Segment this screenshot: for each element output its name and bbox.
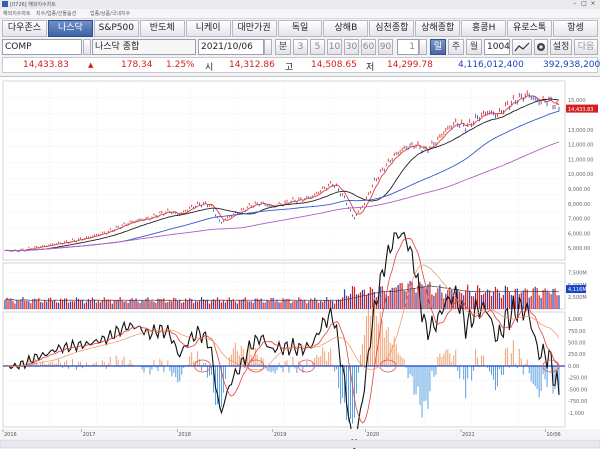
- app-window: [0726] 해외지수차트 – □ × 해외지수차트 지수/업종/선물옵션 업종…: [0, 0, 600, 451]
- price-chart[interactable]: 15,000 14,433.83 13,000.00 12,000.00 11,000.…: [0, 77, 600, 451]
- trend-line-icon[interactable]: [512, 39, 532, 55]
- oscillator-axis-label: 0.00: [568, 364, 579, 370]
- tab-6[interactable]: 독일: [277, 20, 323, 37]
- gear-icon[interactable]: [534, 39, 548, 55]
- symbol-search-icon[interactable]: [83, 39, 91, 55]
- oscillator-axis-label: 750.00: [568, 329, 586, 335]
- tab-10[interactable]: 홍콩H: [461, 20, 507, 37]
- oscillator-axis-label: -1,000: [568, 411, 584, 417]
- price-axis-label: 8,000.00: [568, 202, 590, 208]
- quote-bar: 14,433.83 ▲ 178.34 1.25% 시 14,312.86 고 1…: [2, 57, 600, 73]
- horizontal-scrollbar: [0, 439, 600, 449]
- tab-3[interactable]: 반도체: [139, 20, 185, 37]
- close-icon[interactable]: ×: [590, 1, 596, 7]
- x-axis-label: 2018: [178, 432, 191, 438]
- low-price: 14,299.78: [387, 60, 433, 70]
- price-axis-label: 9,000.00: [568, 187, 590, 193]
- period-90-button[interactable]: 90: [378, 39, 393, 55]
- period-30-button[interactable]: 30: [344, 39, 359, 55]
- week-button[interactable]: 주: [448, 39, 464, 55]
- menu-bar: 해외지수차트 지수/업종/선물옵션 업종/상품/국내지수: [0, 9, 600, 19]
- price-axis-label: 6,000.00: [568, 231, 590, 237]
- price-axis-label: 14,433.83: [568, 107, 593, 113]
- minimize-icon[interactable]: –: [572, 1, 578, 7]
- tab-11[interactable]: 유로스톡: [507, 20, 553, 37]
- period-60-button[interactable]: 60: [361, 39, 376, 55]
- price-axis-label: 15,000: [568, 98, 586, 104]
- x-axis-label: 2017: [83, 432, 96, 438]
- open-price: 14,312.86: [229, 60, 275, 70]
- tab-7[interactable]: 상해B: [323, 20, 369, 37]
- tab-5[interactable]: 대만가권: [231, 20, 277, 37]
- bars-input[interactable]: 1004: [484, 39, 510, 55]
- period-5-button[interactable]: 5: [310, 39, 325, 55]
- oscillator-axis-label: -750.00: [568, 399, 587, 405]
- menu-item[interactable]: 업종/상품/국내지수: [90, 10, 130, 17]
- minute-button[interactable]: 분: [275, 39, 291, 55]
- amount-value: 392,938,200: [543, 60, 600, 70]
- x-axis-label: 2016: [4, 432, 17, 438]
- oscillator-axis-label: 1,000: [568, 317, 582, 323]
- tab-12[interactable]: 항셍: [553, 20, 598, 37]
- count-input[interactable]: 1: [397, 39, 419, 55]
- x-axis-label: 2019: [274, 432, 287, 438]
- calendar-spin-icon[interactable]: [264, 39, 272, 55]
- volume-axis-label: 4,116M: [568, 287, 587, 293]
- day-button[interactable]: 일: [430, 39, 446, 55]
- period-3-button[interactable]: 3: [293, 39, 308, 55]
- window-title: [0726] 해외지수차트: [10, 2, 56, 8]
- tab-0[interactable]: 다우존스: [2, 20, 47, 37]
- price-axis-label: 7,000.00: [568, 217, 590, 223]
- price-axis-label: 10,000.00: [568, 172, 593, 178]
- price-axis-label: 12,000.00: [568, 143, 593, 149]
- chart-area[interactable]: 15,000 14,433.83 13,000.00 12,000.00 11,000.…: [0, 76, 600, 451]
- x-axis-label: 2021: [462, 432, 475, 438]
- low-label: 저: [366, 63, 375, 73]
- high-price: 14,508.65: [311, 60, 357, 70]
- app-icon: [2, 1, 8, 7]
- month-button[interactable]: 월: [466, 39, 482, 55]
- maximize-icon[interactable]: □: [581, 1, 587, 7]
- symbol-input[interactable]: COMP: [2, 39, 82, 55]
- oscillator-axis-label: 500.00: [568, 341, 586, 347]
- current-price: 14,433.83: [23, 60, 69, 70]
- open-label: 시: [205, 63, 214, 73]
- price-change-pct: 1.25%: [166, 60, 195, 70]
- volume-axis-label: 2,500M: [568, 295, 587, 301]
- price-axis-label: 11,000.00: [568, 157, 593, 163]
- oscillator-axis-label: 250.00: [568, 352, 586, 358]
- date-input[interactable]: 2021/10/06: [198, 39, 264, 55]
- tab-9[interactable]: 상해종합: [415, 20, 461, 37]
- volume-value: 4,116,012,400: [458, 60, 524, 70]
- toolbar: COMP 나스닥 종합 2021/10/06 분 3 5 10 30 60 90…: [2, 39, 598, 55]
- high-label: 고: [285, 63, 294, 73]
- price-axis-label: 5,000.00: [568, 246, 590, 252]
- tab-8[interactable]: 심천종합: [369, 20, 415, 37]
- tab-2[interactable]: S&P500: [93, 20, 139, 37]
- oscillator-axis-label: -500.00: [568, 387, 587, 393]
- settings-button[interactable]: 설정: [550, 39, 572, 55]
- tab-1[interactable]: 나스닥: [47, 20, 93, 37]
- period-10-button[interactable]: 10: [327, 39, 342, 55]
- volume-axis-label: 7,500M: [568, 271, 587, 277]
- x-axis-label: 2020: [366, 432, 379, 438]
- symbol-name: 나스닥 종합: [92, 39, 196, 55]
- price-change: 178.34: [121, 60, 153, 70]
- menu-item[interactable]: 해외지수차트: [3, 10, 31, 17]
- tab-4[interactable]: 니케이: [185, 20, 231, 37]
- x-axis-label: 10/06: [546, 432, 560, 438]
- index-tabs: 다우존스 나스닥 S&P500 반도체 니케이 대만가권 독일 상해B 심천종합 상해종합 홍콩H 유…: [2, 20, 598, 37]
- price-axis-label: 13,000.00: [568, 128, 593, 134]
- next-button[interactable]: 다음: [574, 39, 598, 55]
- oscillator-axis-label: -250.00: [568, 376, 587, 382]
- count-spin-icon[interactable]: [419, 39, 427, 55]
- up-arrow-icon: ▲: [88, 61, 94, 69]
- menu-item[interactable]: 지수/업종/선물옵션: [36, 10, 76, 17]
